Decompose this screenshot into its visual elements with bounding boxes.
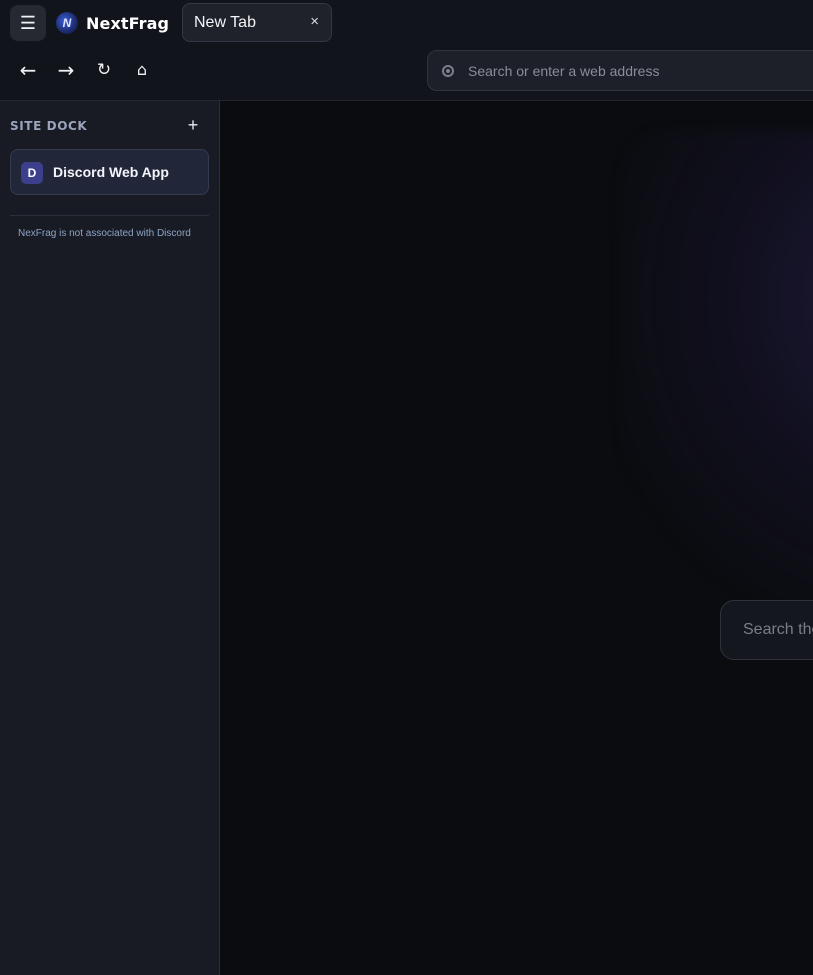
home-icon[interactable]: ⌂ <box>127 56 157 84</box>
site-dock-title: SITE DOCK <box>10 119 88 133</box>
reload-icon[interactable]: ↻ <box>89 56 119 84</box>
page-search-input[interactable] <box>741 601 813 659</box>
nextfrag-logo-icon: N <box>56 12 78 34</box>
site-dock-sidebar: SITE DOCK + D Discord Web App NexFrag is… <box>0 101 220 975</box>
page-search-box[interactable] <box>720 600 813 660</box>
divider <box>10 215 209 216</box>
search-engine-icon <box>442 65 454 77</box>
navigation-bar: ← → ↻ ⌂ <box>0 46 813 101</box>
address-bar[interactable] <box>427 50 813 91</box>
back-arrow-icon[interactable]: ← <box>13 56 43 84</box>
app-name: NextFrag <box>86 13 170 33</box>
dock-item-discord[interactable]: D Discord Web App <box>10 149 209 195</box>
dock-item-label: Discord Web App <box>53 164 169 180</box>
add-site-icon[interactable]: + <box>184 115 202 135</box>
tab-bar: ☰ N NextFrag New Tab × <box>0 0 813 46</box>
tab-title: New Tab <box>194 14 256 31</box>
brand: N NextFrag <box>56 12 169 34</box>
disclaimer-note: NexFrag is not associated with Discord <box>18 228 191 239</box>
address-input[interactable] <box>466 51 813 90</box>
tab-new-tab[interactable]: New Tab × <box>182 3 332 42</box>
forward-arrow-icon[interactable]: → <box>51 56 81 84</box>
new-tab-page <box>220 101 813 975</box>
hero-backdrop <box>620 131 813 611</box>
discord-app-icon: D <box>21 162 43 184</box>
hamburger-menu-icon[interactable]: ☰ <box>10 5 46 41</box>
close-icon[interactable]: × <box>310 13 319 30</box>
